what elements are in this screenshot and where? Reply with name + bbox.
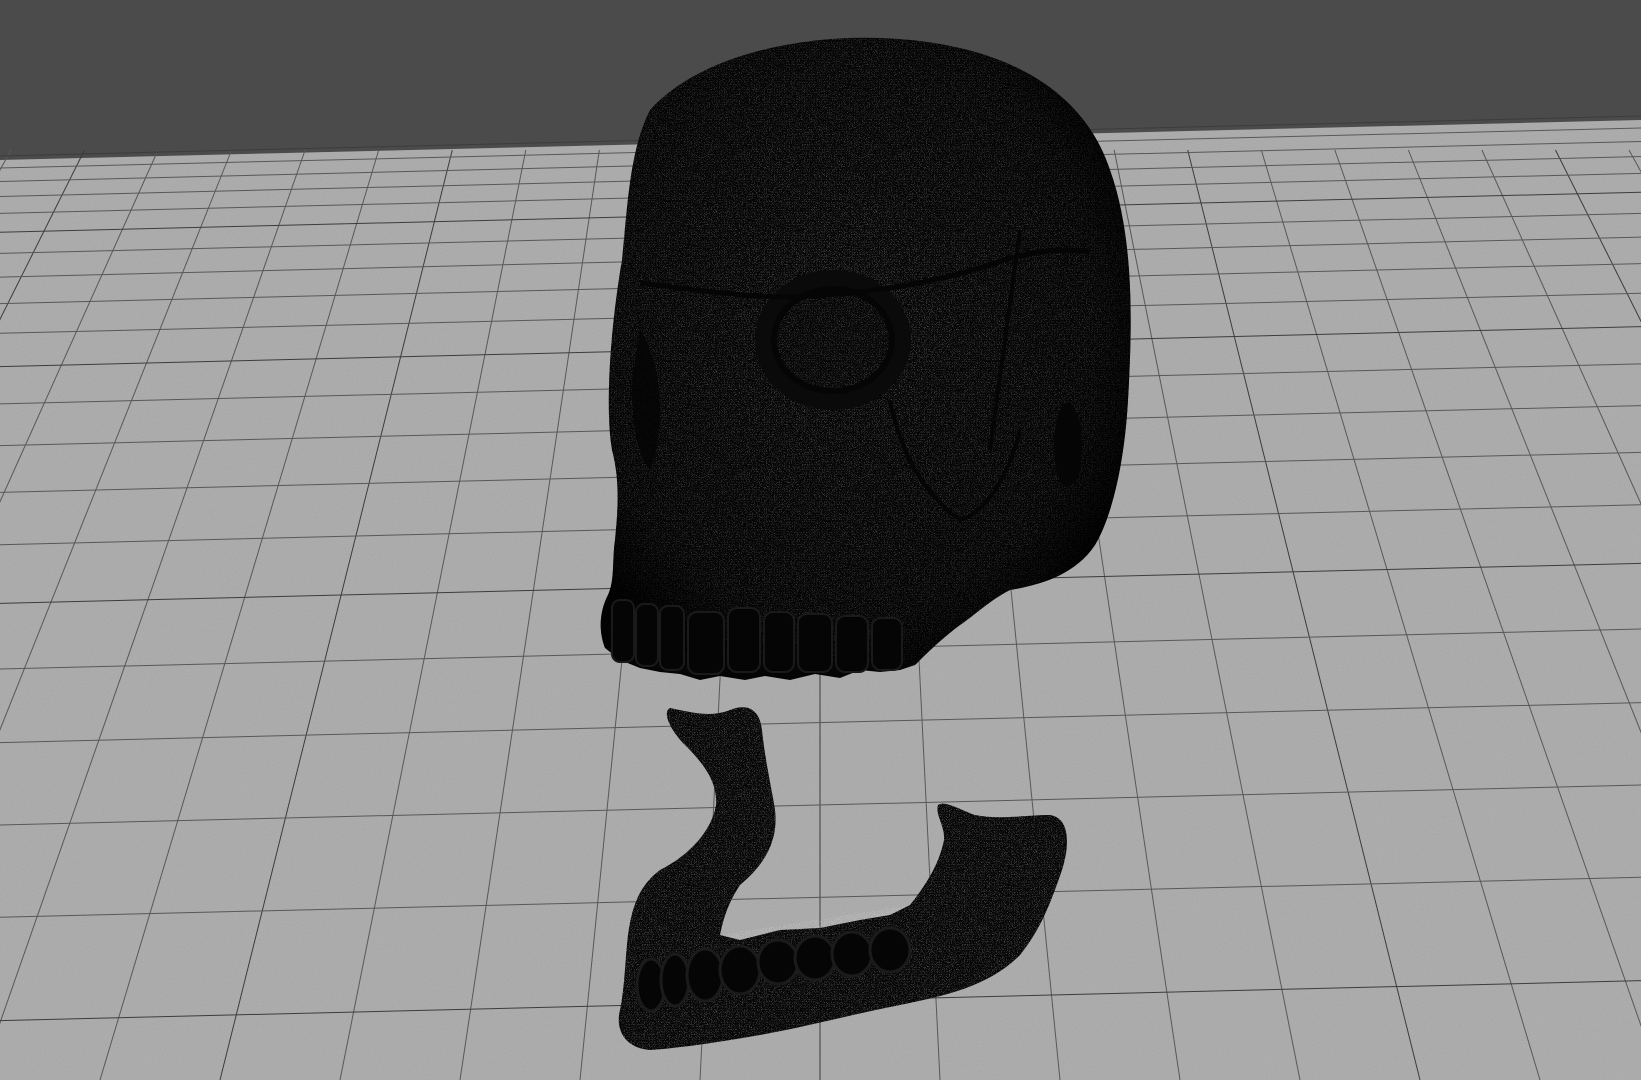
viewport-canvas[interactable] xyxy=(0,0,1641,1080)
ear-canal xyxy=(1054,403,1082,487)
viewport-3d[interactable] xyxy=(0,0,1641,1080)
